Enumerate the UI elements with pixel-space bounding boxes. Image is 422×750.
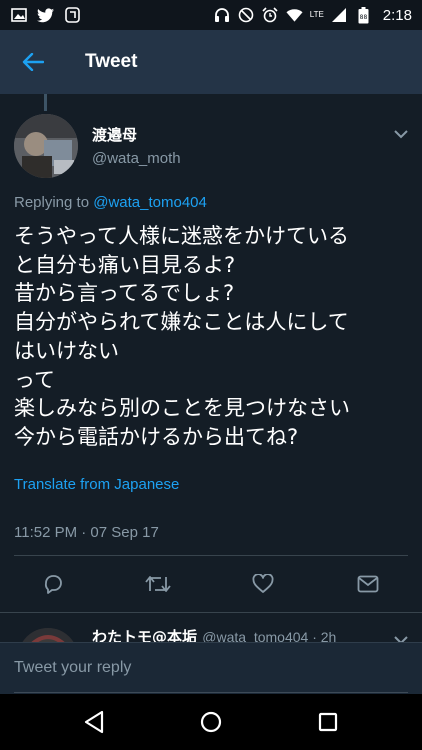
back-nav-button[interactable] xyxy=(79,707,109,737)
square-recents-icon xyxy=(318,712,338,732)
reply-icon xyxy=(44,575,62,594)
page-title: Tweet xyxy=(85,51,138,72)
message-button[interactable] xyxy=(353,569,383,599)
reply-composer xyxy=(0,642,422,694)
reply-input[interactable] xyxy=(14,643,408,693)
svg-text:88: 88 xyxy=(359,14,367,21)
retweet-button[interactable] xyxy=(143,569,173,599)
status-right-icons: LTE 88 2:18 xyxy=(214,6,412,24)
tweet-actions xyxy=(0,569,422,599)
tweet-line: って xyxy=(14,367,55,392)
do-not-disturb-icon xyxy=(238,7,255,24)
clock: 2:18 xyxy=(382,6,412,24)
tweet-timestamp: 11:52 PM · 07 Sep 17 xyxy=(14,524,159,541)
translate-link[interactable]: Translate from Japanese xyxy=(14,476,179,493)
signal-icon xyxy=(331,7,348,24)
author-name[interactable]: 渡邉母 xyxy=(92,124,137,145)
lte-signal: LTE xyxy=(310,11,324,19)
tweet-line: と自分も痛い目見るよ? xyxy=(14,252,236,277)
lte-label: LTE xyxy=(309,10,324,19)
back-button[interactable] xyxy=(0,30,66,94)
avatar[interactable] xyxy=(14,114,78,178)
tweet-line: 昔から言ってるでしょ? xyxy=(14,281,235,306)
battery-icon: 88 xyxy=(355,6,372,24)
tweet-line: 楽しみなら別のことを見つけなさい xyxy=(14,396,350,421)
retweet-icon xyxy=(145,576,171,592)
thread-connector xyxy=(44,94,47,111)
headphones-icon xyxy=(214,7,231,24)
triangle-back-icon xyxy=(84,710,104,734)
author-handle[interactable]: @wata_moth xyxy=(92,150,181,167)
reply-button[interactable] xyxy=(38,569,68,599)
tweet-line: 今から電話かけるから出てね? xyxy=(14,424,299,449)
replying-to: Replying to @wata_tomo404 xyxy=(14,194,207,211)
status-bar: LTE 88 2:18 xyxy=(0,0,422,30)
alarm-icon xyxy=(262,7,279,24)
tweet-text: そうやって人様に迷惑をかけている と自分も痛い目見るよ? 昔から言ってるでしょ?… xyxy=(14,222,414,452)
like-button[interactable] xyxy=(248,569,278,599)
circle-home-icon xyxy=(200,711,222,733)
twitter-icon xyxy=(37,7,54,24)
divider xyxy=(0,612,422,613)
chevron-down-icon[interactable] xyxy=(392,126,410,140)
tweet-line: そうやって人様に迷惑をかけている xyxy=(14,224,349,248)
image-icon xyxy=(10,7,27,24)
arrow-left-icon xyxy=(22,53,44,71)
tweet-line: はいけない xyxy=(14,338,119,363)
home-nav-button[interactable] xyxy=(196,707,226,737)
navigation-bar xyxy=(0,694,422,750)
status-left-icons xyxy=(10,7,81,24)
like-icon xyxy=(252,574,274,593)
replying-to-prefix: Replying to xyxy=(14,194,90,211)
message-icon xyxy=(357,575,379,593)
divider xyxy=(14,555,408,556)
sync-icon xyxy=(64,7,81,24)
recents-nav-button[interactable] xyxy=(313,707,343,737)
replying-to-handle[interactable]: @wata_tomo404 xyxy=(93,194,207,211)
app-bar: Tweet xyxy=(0,30,422,94)
wifi-icon xyxy=(286,7,303,24)
tweet-line: 自分がやられて嫌なことは人にして xyxy=(14,310,349,335)
